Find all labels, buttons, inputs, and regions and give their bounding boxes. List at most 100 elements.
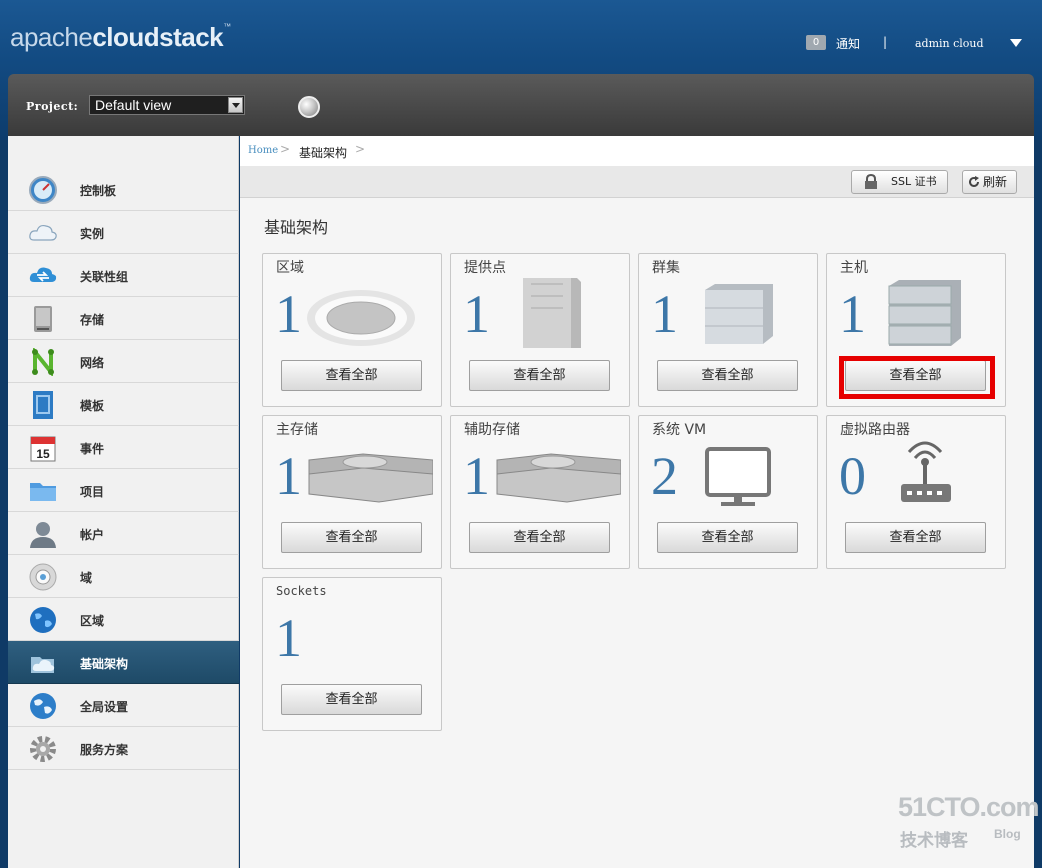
user-menu-name[interactable]: admin cloud: [915, 37, 984, 50]
annotation-highlight-box: [839, 356, 995, 399]
cluster-icon: [705, 284, 773, 344]
sidebar-item-label: 帐户: [80, 528, 105, 542]
view-all-clusters-button[interactable]: 查看全部: [657, 360, 798, 391]
sidebar-item-affinity-groups[interactable]: 关联性组: [8, 254, 239, 297]
lock-icon: [865, 174, 877, 189]
breadcrumb-separator: >: [280, 142, 291, 156]
user-icon: [30, 522, 56, 548]
secondary-storage-icon: [496, 453, 621, 503]
sidebar-item-label: 全局设置: [80, 700, 129, 714]
zone-icon: [307, 290, 415, 346]
view-all-primary-storage-button[interactable]: 查看全部: [281, 522, 422, 553]
watermark: 51CTO.com 技术博客 Blog: [898, 792, 1040, 852]
watermark-blog: Blog: [994, 827, 1021, 841]
card-count: 1: [463, 284, 490, 344]
project-select[interactable]: Default view: [89, 95, 245, 115]
refresh-icon: [969, 176, 979, 187]
sidebar-item-projects[interactable]: 项目: [8, 469, 239, 512]
gear-icon: [30, 736, 56, 762]
card-title: 主机: [840, 260, 868, 276]
chevron-down-icon[interactable]: [228, 97, 243, 113]
sidebar-item-network[interactable]: 网络: [8, 340, 239, 383]
domain-icon: [29, 563, 57, 591]
breadcrumb-current[interactable]: 基础架构: [299, 144, 347, 161]
sidebar-item-regions[interactable]: 区域: [8, 598, 239, 641]
pods-card: 提供点 1 查看全部: [450, 253, 630, 407]
sidebar-item-infrastructure[interactable]: 基础架构: [8, 641, 239, 684]
sidebar-item-dashboard[interactable]: 控制板: [8, 168, 239, 211]
sidebar-item-label: 域: [80, 571, 93, 585]
project-label: Project:: [26, 100, 79, 113]
sidebar-item-label: 关联性组: [80, 270, 129, 284]
calendar-icon: 15: [30, 436, 56, 462]
sidebar-item-label: 项目: [80, 485, 105, 499]
sidebar-item-label: 区域: [80, 614, 105, 628]
cloud-icon: [29, 224, 57, 241]
sockets-card: Sockets 1 查看全部: [262, 577, 442, 731]
router-icon: [901, 441, 951, 502]
user-menu-caret-icon[interactable]: [1010, 39, 1022, 47]
card-count: 1: [463, 446, 490, 506]
primary-storage-icon: [308, 453, 433, 503]
ssl-certificate-button[interactable]: SSL 证书: [851, 170, 948, 194]
refresh-button[interactable]: 刷新: [962, 170, 1017, 194]
card-count: 2: [651, 446, 678, 506]
region-globe-icon[interactable]: [298, 96, 320, 118]
sidebar-item-label: 事件: [80, 442, 105, 456]
dashboard-icon: [29, 176, 57, 204]
view-all-zones-button[interactable]: 查看全部: [281, 360, 422, 391]
clusters-card: 群集 1 查看全部: [638, 253, 818, 407]
sidebar-item-accounts[interactable]: 帐户: [8, 512, 239, 555]
card-title: 区域: [276, 260, 304, 276]
pod-icon: [523, 278, 581, 348]
card-title: 虚拟路由器: [840, 422, 910, 438]
infrastructure-icon: [31, 657, 55, 673]
page-title: 基础架构: [264, 218, 329, 237]
affinity-group-icon: [29, 267, 57, 282]
card-count: 1: [651, 284, 678, 344]
view-all-pods-button[interactable]: 查看全部: [469, 360, 610, 391]
view-all-sockets-button[interactable]: 查看全部: [281, 684, 422, 715]
watermark-logo-text: 51CTO.com: [898, 792, 1040, 822]
globe-icon: [30, 607, 56, 633]
app-logo[interactable]: apachecloudstack™: [10, 22, 231, 53]
card-title: 群集: [652, 260, 680, 276]
sidebar-item-label: 实例: [80, 227, 105, 241]
card-count: 1: [275, 608, 302, 668]
view-all-secondary-storage-button[interactable]: 查看全部: [469, 522, 610, 553]
view-all-system-vms-button[interactable]: 查看全部: [657, 522, 798, 553]
zones-card: 区域 1 查看全部: [262, 253, 442, 407]
project-select-value: Default view: [95, 97, 172, 113]
folder-icon: [30, 483, 56, 501]
sidebar-item-domains[interactable]: 域: [8, 555, 239, 598]
sidebar-item-events[interactable]: 15 事件: [8, 426, 239, 469]
notification-count-badge[interactable]: 0: [806, 35, 826, 50]
notifications-link[interactable]: 通知: [836, 35, 860, 52]
card-count: 1: [275, 284, 302, 344]
sidebar-item-label: 控制板: [80, 184, 117, 198]
refresh-label: 刷新: [983, 175, 1008, 189]
card-count: 1: [275, 446, 302, 506]
primary-storage-card: 主存储 1 查看全部: [262, 415, 442, 569]
watermark-subtitle: 技术博客: [900, 831, 968, 851]
card-title: 主存储: [276, 422, 318, 438]
sidebar-item-service-offerings[interactable]: 服务方案: [8, 727, 239, 770]
sidebar-item-global-settings[interactable]: 全局设置: [8, 684, 239, 727]
view-all-virtual-routers-button[interactable]: 查看全部: [845, 522, 986, 553]
ssl-certificate-label: SSL 证书: [891, 175, 937, 188]
toolbar: SSL 证书 刷新: [240, 166, 1034, 198]
breadcrumb-home-link[interactable]: Home: [248, 145, 278, 156]
sidebar-item-label: 服务方案: [80, 743, 129, 757]
breadcrumb: Home > 基础架构 >: [240, 136, 1034, 166]
secondary-storage-card: 辅助存储 1 查看全部: [450, 415, 630, 569]
sidebar-item-storage[interactable]: 存储: [8, 297, 239, 340]
sidebar-item-label: 存储: [80, 313, 105, 327]
sidebar-item-templates[interactable]: 模板: [8, 383, 239, 426]
sidebar-item-instances[interactable]: 实例: [8, 211, 239, 254]
virtual-routers-card: 虚拟路由器 0 查看全部: [826, 415, 1006, 569]
host-icon: [888, 280, 961, 346]
network-icon: [32, 348, 54, 376]
header-separator: |: [883, 35, 888, 49]
project-bar: Project: Default view: [8, 74, 1034, 136]
monitor-icon: [705, 447, 771, 506]
